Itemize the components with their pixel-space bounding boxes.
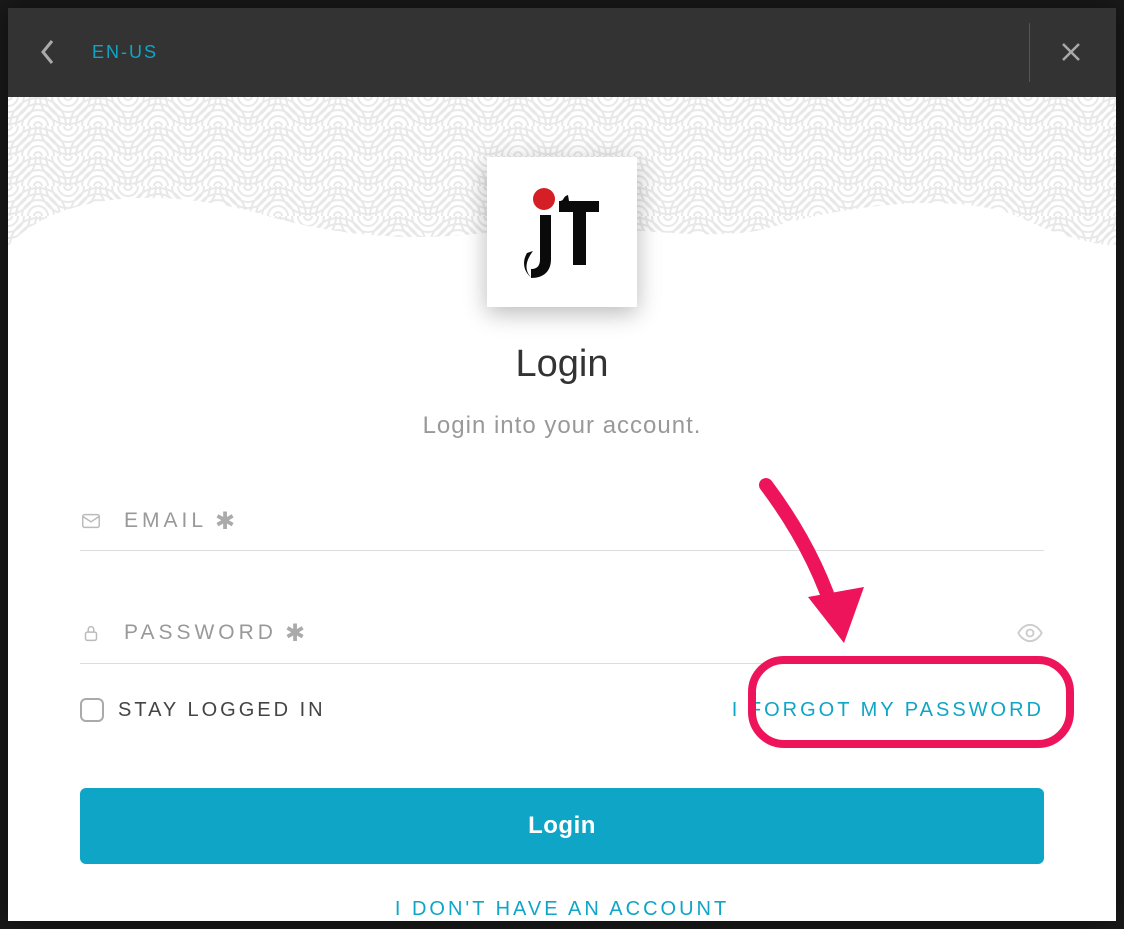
stay-logged-checkbox[interactable] — [80, 698, 104, 722]
options-row: STAY LOGGED IN I FORGOT MY PASSWORD — [80, 698, 1044, 722]
close-icon — [1059, 40, 1083, 64]
login-form: EMAIL ✱ PASSWORD ✱ STAY LOGGED IN I FORG… — [8, 440, 1116, 921]
header-divider — [1029, 23, 1030, 82]
show-password-toggle[interactable] — [1016, 619, 1044, 647]
modal-header: EN-US — [8, 8, 1116, 97]
login-subtitle: Login into your account. — [8, 412, 1116, 440]
email-field-row: EMAIL ✱ — [80, 500, 1044, 551]
login-title: Login — [8, 343, 1116, 386]
password-field-row: PASSWORD ✱ — [80, 611, 1044, 664]
forgot-password-link[interactable]: I FORGOT MY PASSWORD — [732, 699, 1044, 722]
stay-logged-label: STAY LOGGED IN — [118, 699, 326, 722]
login-modal: EN-US — [8, 8, 1116, 921]
jt-logo-icon — [507, 177, 617, 287]
password-input[interactable] — [102, 620, 1016, 646]
close-button[interactable] — [1051, 32, 1091, 72]
login-button[interactable]: Login — [80, 788, 1044, 864]
hero-banner — [8, 97, 1116, 245]
chevron-left-icon — [40, 38, 56, 66]
brand-logo — [487, 157, 637, 307]
language-selector[interactable]: EN-US — [92, 42, 158, 63]
email-input[interactable] — [102, 508, 1044, 534]
mail-icon — [80, 510, 102, 532]
stay-logged-wrapper: STAY LOGGED IN — [80, 698, 326, 722]
lock-icon — [80, 622, 102, 644]
back-button[interactable] — [28, 32, 68, 72]
no-account-link[interactable]: I DON'T HAVE AN ACCOUNT — [80, 898, 1044, 921]
